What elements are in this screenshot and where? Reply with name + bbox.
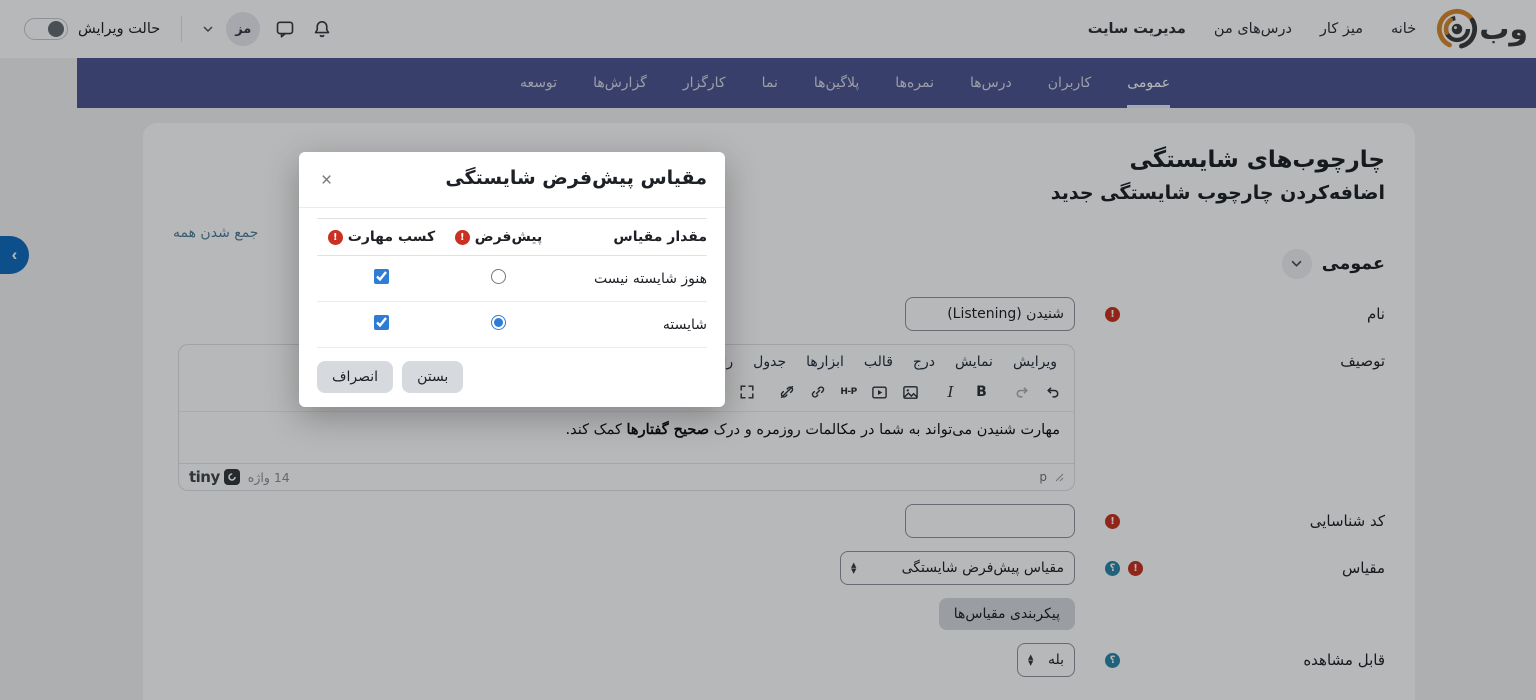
scale-item-label: هنوز شایسته نیست <box>551 256 707 302</box>
modal-backdrop[interactable] <box>0 0 1536 700</box>
col-proficient: کسب مهارت ! <box>317 219 446 256</box>
table-row: شایسته <box>317 302 707 348</box>
modal-footer: بستن انصراف <box>299 348 725 393</box>
scale-item-label: شایسته <box>551 302 707 348</box>
default-radio[interactable] <box>491 315 506 330</box>
col-scale-value: مقدار مقیاس <box>551 219 707 256</box>
competency-scale-modal: مقیاس پیش‌فرض شایستگی × مقدار مقیاس پیش‌… <box>299 152 725 407</box>
close-icon: × <box>321 170 332 191</box>
modal-body: مقدار مقیاس پیش‌فرض ! کسب مهارت ! <box>299 218 725 348</box>
modal-close-button[interactable]: × <box>317 167 336 194</box>
modal-header: مقیاس پیش‌فرض شایستگی × <box>299 152 725 208</box>
table-row: هنوز شایسته نیست <box>317 256 707 302</box>
proficient-checkbox[interactable] <box>374 315 389 330</box>
required-icon: ! <box>328 230 343 245</box>
modal-close-action-button[interactable]: بستن <box>402 361 463 393</box>
modal-cancel-button[interactable]: انصراف <box>317 361 393 393</box>
scale-table: مقدار مقیاس پیش‌فرض ! کسب مهارت ! <box>317 218 707 348</box>
col-default: پیش‌فرض ! <box>446 219 551 256</box>
required-icon: ! <box>455 230 470 245</box>
proficient-checkbox[interactable] <box>374 269 389 284</box>
modal-title: مقیاس پیش‌فرض شایستگی <box>445 167 707 189</box>
default-radio[interactable] <box>491 269 506 284</box>
